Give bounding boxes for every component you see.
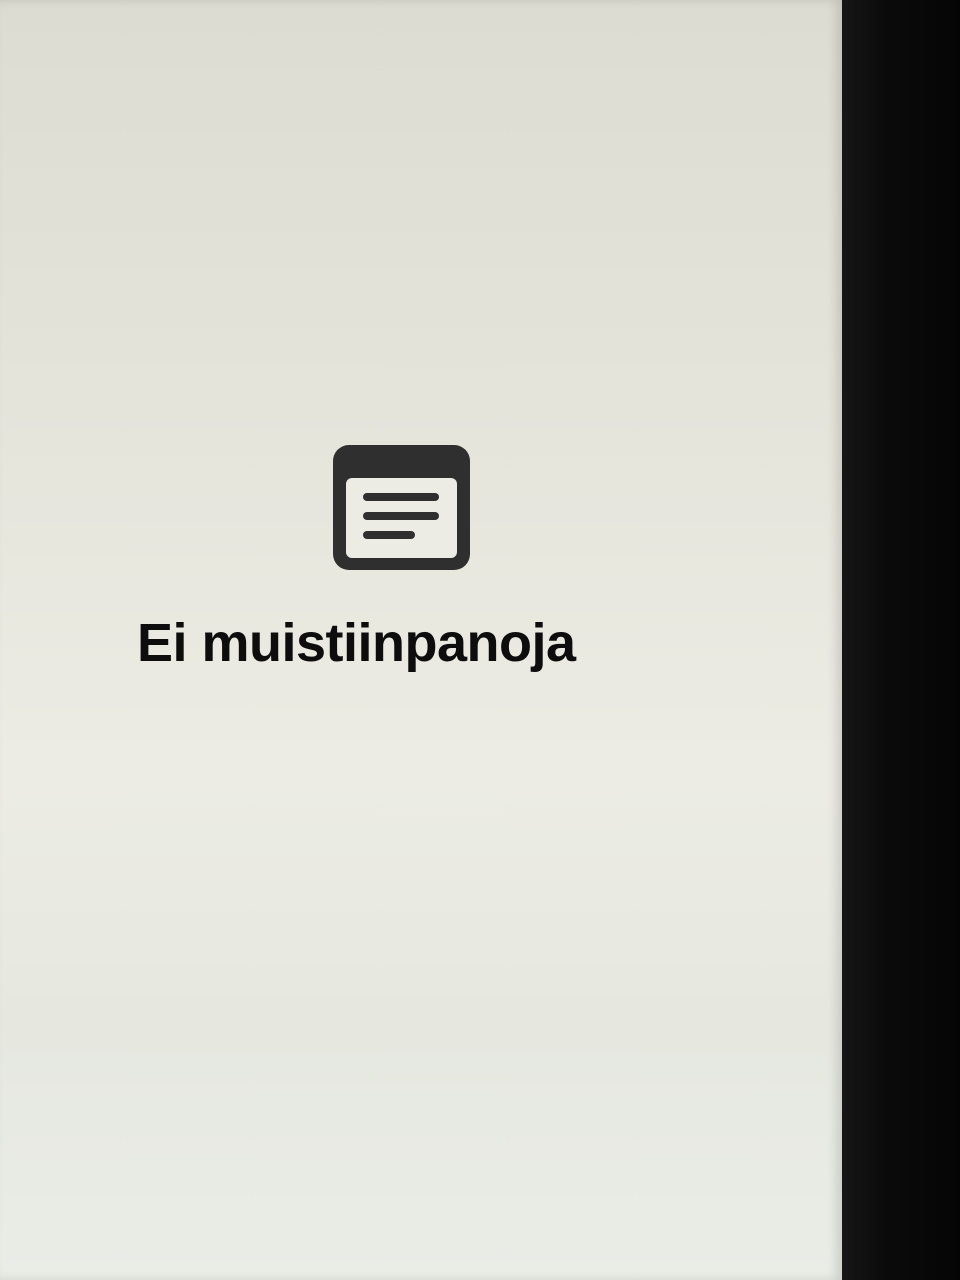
empty-state: Ei muistiinpanoja bbox=[0, 0, 842, 1280]
empty-state-title: Ei muistiinpanoja bbox=[137, 613, 576, 673]
device: Ei muistiinpanoja bbox=[0, 0, 960, 1280]
notes-icon bbox=[333, 445, 470, 570]
device-bezel bbox=[842, 0, 960, 1280]
app-screen: Ei muistiinpanoja bbox=[0, 0, 842, 1280]
